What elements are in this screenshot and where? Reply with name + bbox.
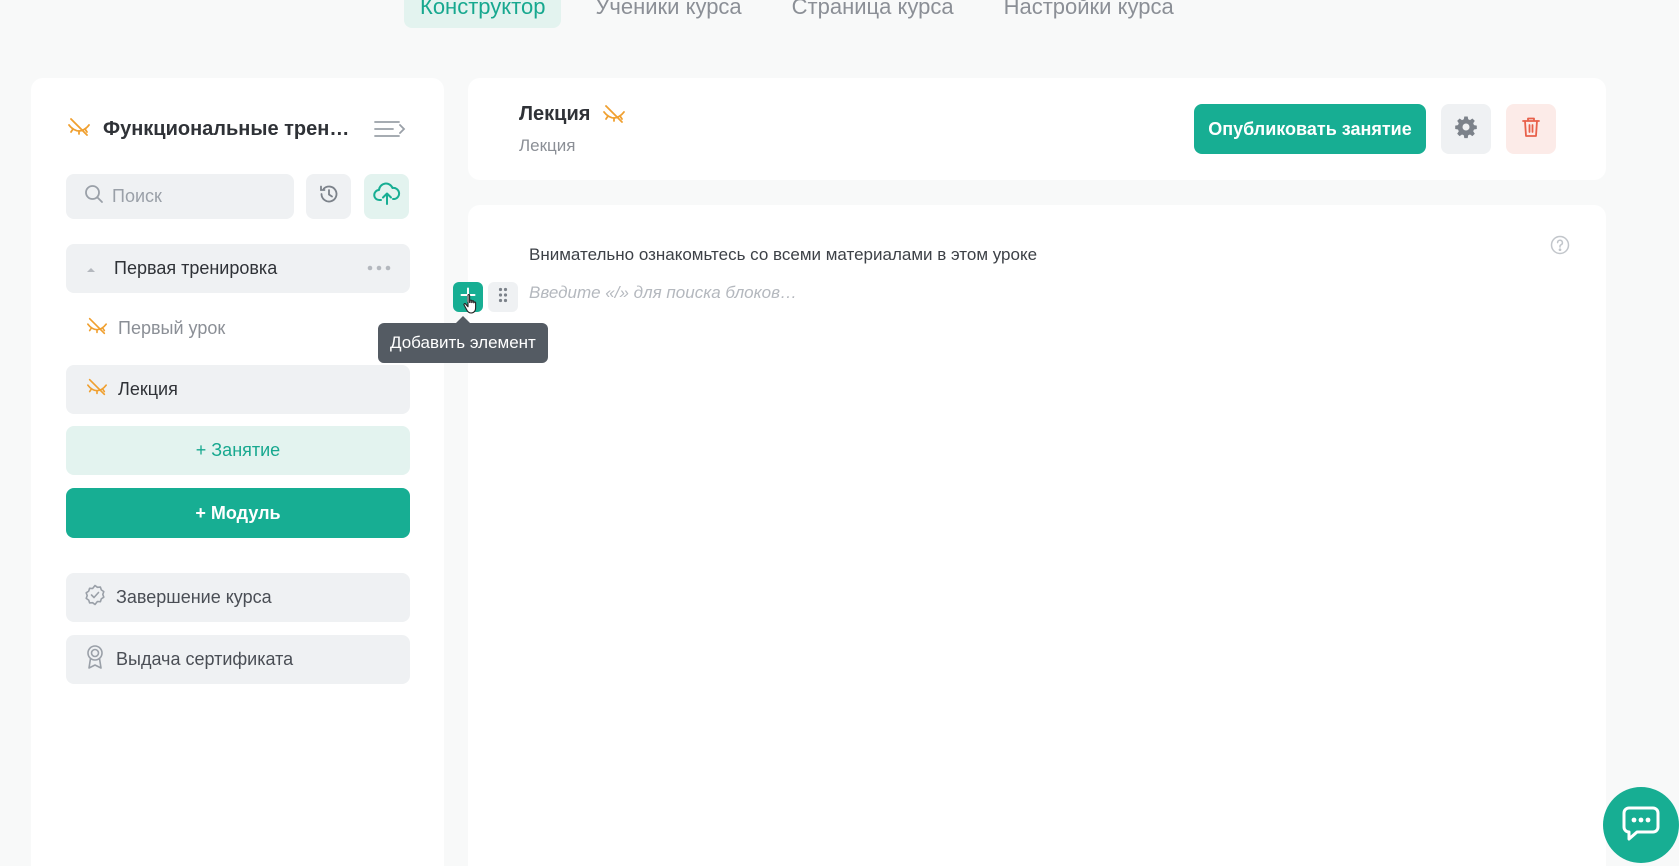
publish-lesson-button[interactable]: Опубликовать занятие — [1194, 104, 1426, 154]
course-sidebar: Функциональные трени… Первая тренировка — [31, 78, 444, 866]
course-completion-label: Завершение курса — [116, 587, 272, 607]
tab-students[interactable]: Ученики курса — [579, 0, 757, 28]
course-header: Функциональные трени… — [67, 114, 407, 144]
tab-course-settings[interactable]: Настройки курса — [988, 0, 1190, 28]
add-module-button[interactable]: + Модуль — [66, 488, 410, 538]
collapse-sidebar-icon[interactable] — [373, 116, 407, 142]
chat-button[interactable] — [1603, 787, 1679, 863]
history-icon — [318, 183, 340, 210]
search-icon — [84, 184, 104, 209]
lesson-item-active[interactable]: Лекция — [66, 365, 410, 414]
settings-button[interactable] — [1441, 104, 1491, 154]
add-element-tooltip: Добавить элемент — [378, 316, 548, 363]
lesson-title: Лекция — [519, 102, 591, 125]
lesson-title-wrap: Лекция — [519, 102, 626, 126]
drag-handle-icon — [498, 287, 508, 308]
module-label: Первая тренировка — [114, 258, 278, 278]
certificate-item[interactable]: Выдача сертификата — [66, 635, 410, 684]
lesson-item[interactable]: Первый урок — [66, 304, 410, 353]
help-icon[interactable] — [1550, 235, 1570, 260]
drag-handle[interactable] — [488, 282, 518, 312]
cloud-upload-icon — [372, 182, 401, 211]
lesson-label: Первый урок — [118, 318, 226, 338]
tab-constructor[interactable]: Конструктор — [404, 0, 562, 28]
hidden-eye-icon — [67, 115, 91, 144]
certificate-label: Выдача сертификата — [116, 649, 294, 669]
badge-check-icon — [84, 584, 106, 611]
certificate-icon — [84, 644, 106, 675]
search-field[interactable] — [66, 174, 294, 219]
tab-course-page[interactable]: Страница курса — [776, 0, 970, 28]
add-lesson-button[interactable]: + Занятие — [66, 426, 410, 475]
chat-icon — [1621, 805, 1661, 846]
search-input[interactable] — [112, 186, 282, 207]
hidden-eye-icon — [86, 376, 108, 403]
lesson-subtitle: Лекция — [519, 136, 576, 155]
lesson-label: Лекция — [118, 379, 178, 399]
gear-icon — [1454, 115, 1478, 144]
course-completion-item[interactable]: Завершение курса — [66, 573, 410, 622]
content-paragraph[interactable]: Внимательно ознакомьтесь со всеми матери… — [529, 245, 1037, 265]
lesson-content-editor: Внимательно ознакомьтесь со всеми матери… — [453, 205, 1606, 866]
more-icon[interactable] — [366, 257, 392, 284]
hidden-eye-icon — [602, 102, 626, 126]
upload-button[interactable] — [364, 174, 409, 219]
collapse-arrow-icon[interactable] — [86, 258, 96, 279]
history-button[interactable] — [306, 174, 351, 219]
course-title: Функциональные трени… — [103, 117, 358, 140]
hidden-eye-icon — [86, 315, 108, 342]
module-item[interactable]: Первая тренировка — [66, 244, 410, 293]
top-tabs: Конструктор Ученики курса Страница курса… — [404, 0, 1208, 28]
delete-button[interactable] — [1506, 104, 1556, 154]
trash-icon — [1521, 116, 1541, 143]
lesson-header-card: Лекция Лекция Опубликовать занятие — [468, 78, 1606, 180]
editor-input-placeholder[interactable]: Введите «/» для поиска блоков… — [529, 283, 797, 303]
